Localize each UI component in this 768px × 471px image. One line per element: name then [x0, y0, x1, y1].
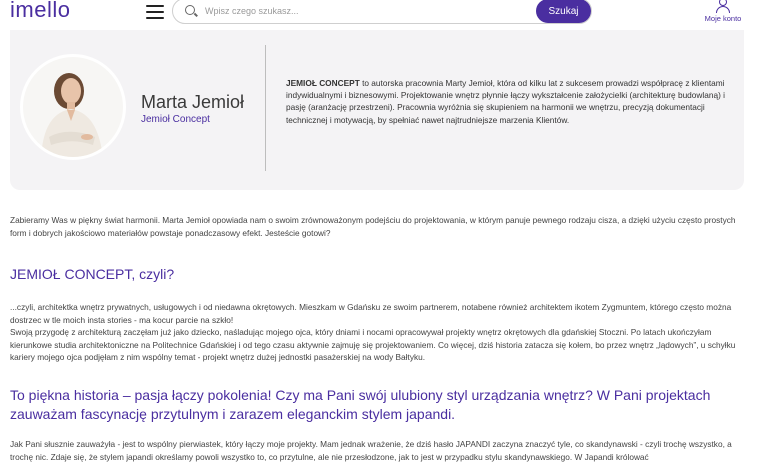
paragraph: ...czyli, architektka wnętrz prywatnych,… — [10, 302, 732, 325]
site-logo[interactable]: imello — [10, 0, 70, 23]
search-button[interactable]: Szukaj — [536, 0, 591, 23]
card-divider — [265, 45, 266, 171]
section-heading: JEMIOŁ CONCEPT, czyli? — [10, 266, 175, 282]
search-bar: Szukaj — [172, 0, 592, 24]
designer-name: Marta Jemioł — [141, 92, 245, 112]
paragraph: Swoją przygodę z architekturą zaczęłam j… — [10, 327, 736, 363]
article-section-1: JEMIOŁ CONCEPT, czyli? — [10, 266, 744, 282]
company-name-bold: JEMIOŁ CONCEPT — [286, 78, 360, 88]
company-description: JEMIOŁ CONCEPT to autorska pracownia Mar… — [286, 77, 731, 126]
search-icon — [185, 5, 195, 15]
article-section-2-body: Jak Pani słusznie zauważyła - jest to ws… — [10, 438, 744, 463]
designer-profile-card: Marta Jemioł Jemioł Concept JEMIOŁ CONCE… — [10, 30, 744, 190]
question-heading: To piękna historia – pasja łączy pokolen… — [10, 387, 711, 422]
search-input[interactable] — [205, 2, 525, 20]
intro-paragraph: Zabieramy Was w piękny świat harmonii. M… — [10, 215, 736, 238]
menu-icon[interactable] — [146, 5, 164, 19]
paragraph: Jak Pani słusznie zauważyła - jest to ws… — [10, 439, 732, 462]
account-label: Moje konto — [704, 14, 742, 23]
article-section-1-body: ...czyli, architektka wnętrz prywatnych,… — [10, 301, 744, 364]
designer-company[interactable]: Jemioł Concept — [141, 114, 210, 125]
article-intro: Zabieramy Was w piękny świat harmonii. M… — [10, 214, 744, 239]
user-icon — [716, 0, 730, 13]
site-header: imello Szukaj Moje konto — [0, 0, 768, 30]
designer-avatar — [20, 54, 126, 160]
article-section-2: To piękna historia – pasja łączy pokolen… — [10, 386, 744, 424]
my-account-link[interactable]: Moje konto — [700, 0, 746, 23]
